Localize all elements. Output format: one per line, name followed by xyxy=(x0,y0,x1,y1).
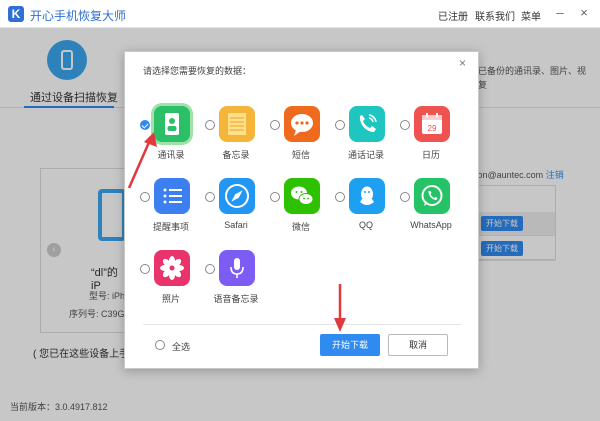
calendar-label: 日历 xyxy=(421,150,440,160)
notes-icon xyxy=(219,106,255,142)
qq-label: QQ xyxy=(358,220,373,230)
voice-memo-checkbox[interactable] xyxy=(205,264,215,274)
annotation-arrow-contacts xyxy=(127,132,157,189)
qq-icon xyxy=(349,178,385,214)
dialog-divider xyxy=(143,324,461,325)
select-all-checkbox[interactable] xyxy=(155,340,165,350)
recover-data-dialog: 请选择您需要恢复的数据： × 通讯录 备忘录 短信 通话记录 29 日历 提醒事… xyxy=(124,51,479,369)
data-type-calendar[interactable]: 29 日历 xyxy=(400,104,464,168)
dialog-title: 请选择您需要恢复的数据： xyxy=(143,66,252,76)
minimize-icon[interactable]: – xyxy=(552,5,568,21)
data-type-voice-memo[interactable]: 语音备忘录 xyxy=(205,248,269,312)
contact-link[interactable]: 联系我们 xyxy=(475,8,515,23)
photos-icon xyxy=(154,250,190,286)
call-log-label: 通话记录 xyxy=(347,150,384,160)
whatsapp-icon xyxy=(414,178,450,214)
reminders-checkbox[interactable] xyxy=(140,192,150,202)
data-type-safari[interactable]: Safari xyxy=(205,176,269,240)
photos-checkbox[interactable] xyxy=(140,264,150,274)
calendar-day: 29 xyxy=(428,124,437,133)
data-type-call-log[interactable]: 通话记录 xyxy=(335,104,399,168)
close-window-icon[interactable]: × xyxy=(576,5,592,21)
safari-checkbox[interactable] xyxy=(205,192,215,202)
wechat-label: 微信 xyxy=(291,222,310,232)
data-type-qq[interactable]: QQ xyxy=(335,176,399,240)
sms-label: 短信 xyxy=(291,150,310,160)
calendar-checkbox[interactable] xyxy=(400,120,410,130)
registered-link[interactable]: 已注册 xyxy=(438,8,468,23)
calendar-icon: 29 xyxy=(414,106,450,142)
cancel-button[interactable]: 取消 xyxy=(388,334,448,356)
call-log-icon xyxy=(349,106,385,142)
contacts-checkbox[interactable] xyxy=(140,120,150,130)
select-all-label[interactable]: 全选 xyxy=(172,340,190,353)
voice-memo-label: 语音备忘录 xyxy=(213,294,259,304)
app-title: 开心手机恢复大师 xyxy=(30,9,127,23)
data-type-notes[interactable]: 备忘录 xyxy=(205,104,269,168)
data-type-wechat[interactable]: 微信 xyxy=(270,176,334,240)
start-download-button[interactable]: 开始下载 xyxy=(320,334,380,356)
voice-memo-icon xyxy=(219,250,255,286)
reminders-label: 提醒事项 xyxy=(152,222,189,232)
dialog-close-icon[interactable]: × xyxy=(459,56,466,70)
title-bar: K 开心手机恢复大师 已注册 联系我们 菜单 – × xyxy=(0,0,600,28)
notes-checkbox[interactable] xyxy=(205,120,215,130)
notes-label: 备忘录 xyxy=(222,150,250,160)
annotation-arrow-start xyxy=(334,284,346,332)
safari-icon xyxy=(219,178,255,214)
data-type-whatsapp[interactable]: WhatsApp xyxy=(400,176,464,240)
safari-label: Safari xyxy=(224,220,248,230)
sms-icon xyxy=(284,106,320,142)
whatsapp-label: WhatsApp xyxy=(410,220,452,230)
photos-label: 照片 xyxy=(161,294,180,304)
call-log-checkbox[interactable] xyxy=(335,120,345,130)
wechat-checkbox[interactable] xyxy=(270,192,280,202)
whatsapp-checkbox[interactable] xyxy=(400,192,410,202)
data-type-photos[interactable]: 照片 xyxy=(140,248,204,312)
app-logo: K xyxy=(8,6,24,22)
data-type-sms[interactable]: 短信 xyxy=(270,104,334,168)
qq-checkbox[interactable] xyxy=(335,192,345,202)
menu-button[interactable]: 菜单 xyxy=(521,8,541,23)
sms-checkbox[interactable] xyxy=(270,120,280,130)
wechat-icon xyxy=(284,178,320,214)
